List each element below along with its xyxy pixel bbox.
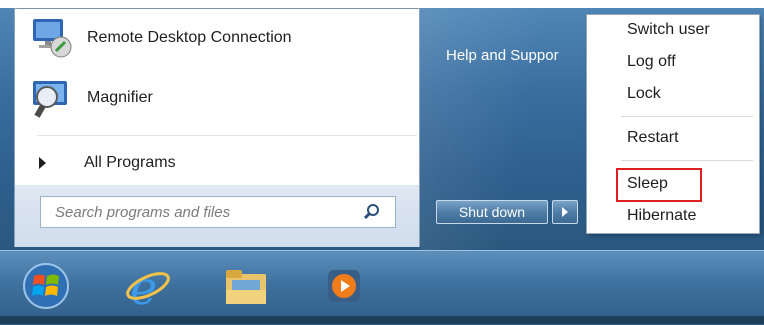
taskbar-bottom-edge [0, 316, 764, 324]
shutdown-options-button[interactable] [552, 200, 578, 224]
menu-item-log-off[interactable]: Log off [627, 53, 676, 71]
menu-item-switch-user[interactable]: Switch user [627, 21, 710, 39]
media-player-icon[interactable] [320, 262, 368, 310]
magnifier-app-icon [29, 75, 75, 121]
search-box[interactable] [40, 196, 396, 228]
shutdown-submenu: Switch user Log off Lock Restart Sleep H… [586, 14, 760, 234]
search-input[interactable] [53, 197, 363, 227]
chevron-right-icon [39, 157, 46, 169]
remote-desktop-icon [29, 15, 75, 61]
menu-item-hibernate[interactable]: Hibernate [627, 207, 696, 225]
search-icon[interactable] [363, 203, 381, 221]
taskbar [0, 250, 764, 325]
program-remote-desktop[interactable]: Remote Desktop Connection [29, 11, 292, 65]
menu-divider [621, 160, 753, 161]
file-explorer-icon[interactable] [222, 262, 270, 310]
windows-start-orb-icon[interactable] [22, 262, 70, 310]
menu-divider [621, 116, 753, 117]
program-label: Remote Desktop Connection [87, 29, 292, 46]
menu-item-restart[interactable]: Restart [627, 129, 679, 147]
sleep-highlight-box [616, 168, 702, 202]
program-label: Magnifier [87, 89, 153, 106]
top-border [0, 0, 764, 8]
program-magnifier[interactable]: Magnifier [29, 71, 153, 125]
shutdown-button[interactable]: Shut down [436, 200, 548, 224]
all-programs-item[interactable]: All Programs [39, 151, 176, 175]
internet-explorer-icon[interactable]: e [124, 261, 172, 315]
divider [18, 8, 418, 9]
chevron-right-icon [562, 207, 568, 217]
menu-item-lock[interactable]: Lock [627, 85, 661, 103]
divider [37, 135, 417, 136]
help-and-support-item[interactable]: Help and Suppor [446, 47, 588, 64]
all-programs-label: All Programs [84, 154, 176, 171]
